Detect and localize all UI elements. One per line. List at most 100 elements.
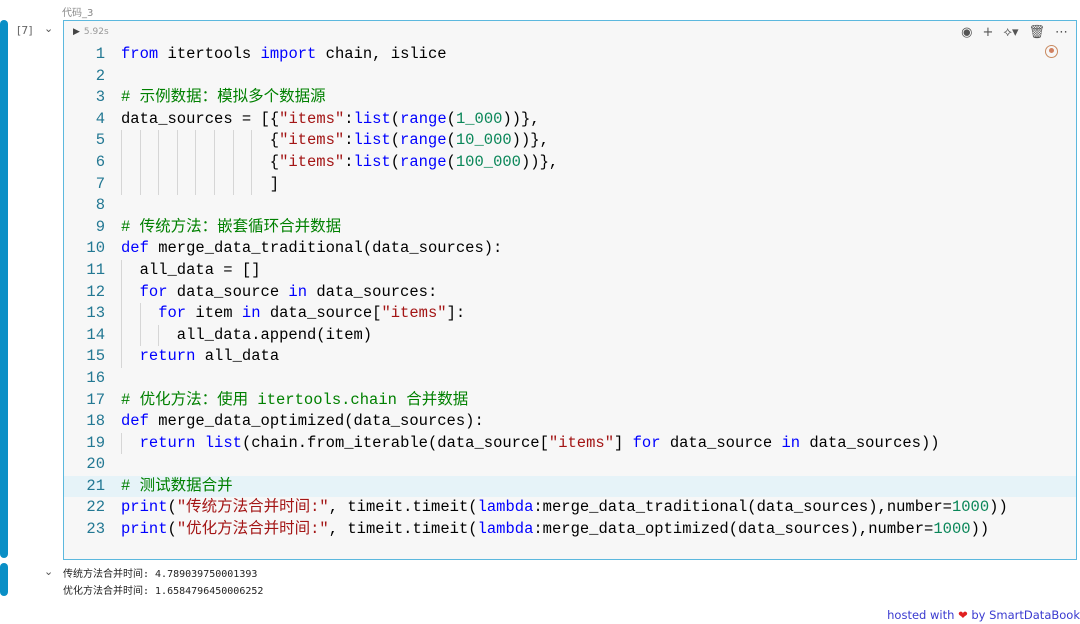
line-number: 18: [86, 412, 105, 431]
code-editor[interactable]: ▶ 5.92s ◉ + ⟡▾ 🗑 ⋯ 1 from itertools import…: [63, 20, 1077, 560]
code-token-kw: list: [204, 433, 242, 452]
code-line[interactable]: 5 {"items":list(range(10_000))},: [64, 130, 1076, 152]
code-token-kw: range: [400, 131, 447, 150]
code-token-num: 100_000: [455, 152, 521, 171]
code-line[interactable]: 6 {"items":list(range(100_000))},: [64, 152, 1076, 174]
line-number: 16: [86, 368, 105, 387]
code-line[interactable]: 1 from itertools import chain, islice: [64, 44, 1076, 66]
code-token-txt: data_sources:: [307, 282, 438, 301]
collapse-output-chevron-icon[interactable]: ⌄: [44, 565, 53, 578]
indent-guide: [177, 152, 196, 174]
collapse-code-chevron-icon[interactable]: ⌄: [44, 22, 53, 35]
line-number: 13: [86, 304, 105, 323]
code-line[interactable]: 14 all_data.append(item): [64, 325, 1076, 347]
code-token-kw: def: [121, 412, 149, 431]
code-line[interactable]: 16: [64, 368, 1076, 390]
line-number: 12: [86, 282, 105, 301]
code-line[interactable]: 4 data_sources = [{"items":list(range(1_0…: [64, 109, 1076, 131]
code-line[interactable]: 23 print("优化方法合并时间:", timeit.timeit(lambd…: [64, 519, 1076, 541]
code-token-com: # 传统方法：嵌套循环合并数据: [121, 217, 342, 236]
output-selection-bar[interactable]: [0, 563, 8, 596]
hosted-prefix: hosted with: [887, 608, 955, 622]
code-line[interactable]: 15 return all_data: [64, 346, 1076, 368]
code-line[interactable]: 8: [64, 195, 1076, 217]
line-number: 19: [86, 433, 105, 452]
indent-guide: [140, 303, 159, 325]
indent-guide: [233, 130, 252, 152]
code-token-txt: )): [989, 498, 1008, 517]
line-number: 1: [95, 45, 105, 63]
code-token-kw: import: [260, 45, 317, 63]
indent-guide: [214, 130, 233, 152]
run-icon[interactable]: ▶: [73, 27, 80, 37]
indent-guide: [121, 303, 140, 325]
code-token-txt: :: [344, 109, 354, 128]
line-number: 23: [86, 520, 105, 539]
line-number: 17: [86, 390, 105, 409]
eye-icon[interactable]: ◉: [961, 25, 972, 40]
code-line[interactable]: 13 for item in data_source["items"]:: [64, 303, 1076, 325]
code-token-kw: print: [121, 520, 168, 539]
indent-guide: [233, 152, 252, 174]
trash-icon[interactable]: 🗑: [1028, 25, 1045, 40]
code-token-kw: for: [158, 304, 187, 323]
output-line: 优化方法合并时间: 1.6584796450006252: [63, 586, 264, 597]
code-line[interactable]: 20: [64, 454, 1076, 476]
code-line[interactable]: 21 # 测试数据合并: [64, 475, 1076, 498]
code-line[interactable]: 7]: [64, 174, 1076, 196]
code-token-txt: , timeit.timeit(: [328, 498, 478, 517]
indent-guide: [251, 152, 270, 174]
cell-selection-bar[interactable]: [0, 20, 8, 558]
code-token-com: # 示例数据：模拟多个数据源: [121, 88, 326, 107]
code-line[interactable]: 2: [64, 66, 1076, 88]
code-token-com: # 优化方法：使用 itertools.chain 合并数据: [121, 390, 469, 409]
code-token-txt: )): [970, 520, 990, 539]
code-token-txt: {: [269, 152, 280, 171]
indent-guide: [140, 325, 159, 347]
hosted-link[interactable]: by SmartDataBook: [971, 608, 1080, 622]
code-token-txt: :merge_data_optimized(data_sources),numb…: [533, 520, 934, 539]
code-token-txt: ]:: [446, 304, 466, 323]
more-icon[interactable]: ⋯: [1055, 25, 1068, 40]
indent-guide: [140, 130, 159, 152]
code-line[interactable]: 9 # 传统方法：嵌套循环合并数据: [64, 217, 1076, 239]
code-token-str: "items": [279, 131, 345, 150]
code-token-txt: merge_data_optimized(data_sources):: [148, 412, 484, 431]
indent-guide: [121, 152, 140, 174]
code-token-num: 1_000: [455, 109, 503, 128]
code-token-txt: {: [269, 131, 280, 150]
indent-guide: [251, 130, 270, 152]
indent-guide: [158, 174, 177, 196]
python-icon[interactable]: ⟡▾: [1003, 25, 1018, 40]
code-line[interactable]: 11 all_data = []: [64, 260, 1076, 282]
indent-guide: [121, 325, 140, 347]
code-token-txt: all_data.append(item): [176, 325, 373, 344]
indent-guide: [140, 152, 159, 174]
indent-guide: [195, 152, 214, 174]
code-line[interactable]: 10 def merge_data_traditional(data_source…: [64, 238, 1076, 260]
code-token-str: "items": [381, 304, 447, 323]
line-number: 10: [86, 239, 105, 258]
line-number: 20: [86, 455, 105, 474]
code-token-str: "优化方法合并时间:": [176, 520, 329, 539]
indent-guide: [195, 174, 214, 196]
code-line[interactable]: 22 print("传统方法合并时间:", timeit.timeit(lambd…: [64, 497, 1076, 519]
plus-icon[interactable]: +: [982, 25, 993, 40]
code-token-kw: list: [353, 109, 391, 128]
code-line[interactable]: 18 def merge_data_optimized(data_sources)…: [64, 411, 1076, 433]
code-line[interactable]: 3 # 示例数据：模拟多个数据源: [64, 87, 1076, 109]
code-token-str: "items": [548, 433, 615, 452]
indent-guide: [177, 174, 196, 196]
code-token-txt: :: [344, 152, 354, 171]
line-number: 7: [95, 174, 105, 193]
code-line[interactable]: 19 return list(chain.from_iterable(data_s…: [64, 433, 1076, 455]
indent-guide: [121, 174, 140, 196]
indent-guide: [121, 433, 140, 455]
line-number: 4: [95, 109, 105, 128]
code-token-txt: ))},: [502, 109, 540, 128]
code-line[interactable]: 17 # 优化方法：使用 itertools.chain 合并数据: [64, 390, 1076, 412]
indent-guide: [214, 152, 233, 174]
code-line[interactable]: 12 for data_source in data_sources:: [64, 282, 1076, 304]
code-token-kw: range: [400, 109, 447, 128]
